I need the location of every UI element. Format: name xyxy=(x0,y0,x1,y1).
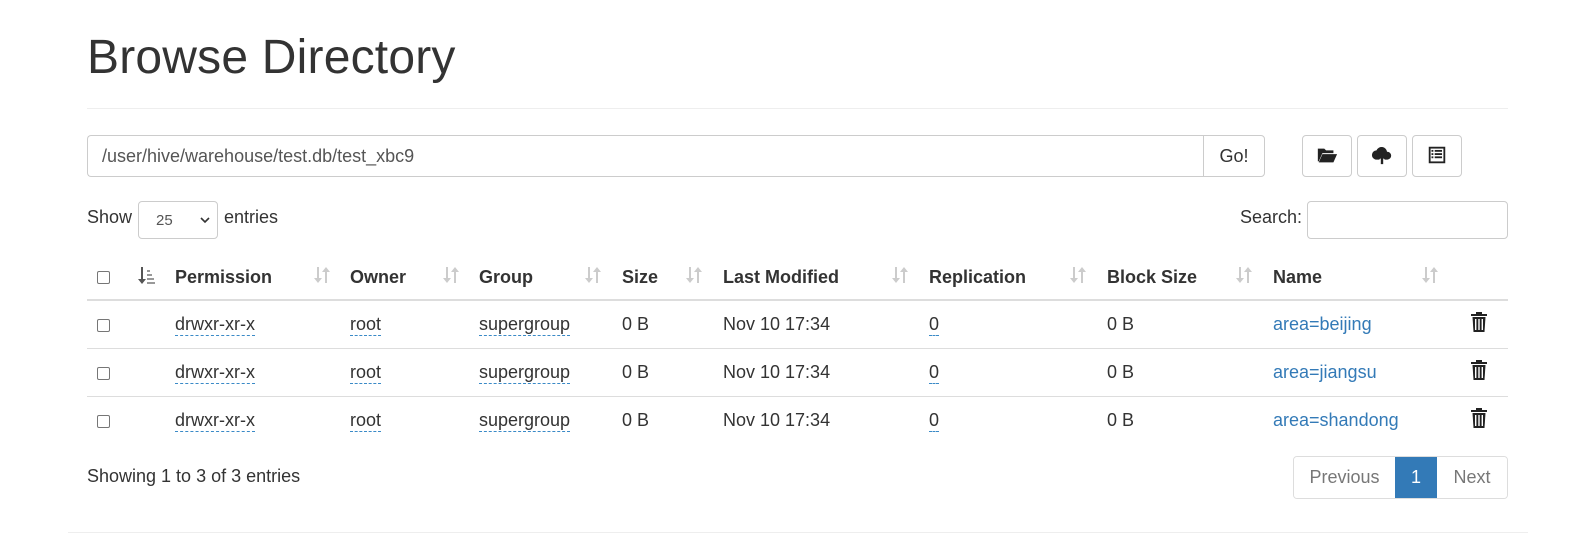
sort-both-icon xyxy=(585,267,601,283)
table-row: drwxr-xr-x root supergroup 0 B Nov 10 17… xyxy=(87,397,1508,445)
delete-button[interactable] xyxy=(1470,312,1488,337)
upload-file-button[interactable] xyxy=(1357,135,1407,177)
entries-label: entries xyxy=(224,207,279,227)
trash-icon xyxy=(1471,312,1487,332)
previous-page-button[interactable]: Previous xyxy=(1294,457,1395,498)
size-cell: 0 B xyxy=(622,410,650,430)
column-header-block-size[interactable]: Block Size xyxy=(1107,255,1273,301)
group-cell[interactable]: supergroup xyxy=(479,362,571,384)
column-header-replication[interactable]: Replication xyxy=(929,255,1107,301)
sort-both-icon xyxy=(1070,267,1086,283)
owner-cell[interactable]: root xyxy=(350,362,382,384)
replication-cell[interactable]: 0 xyxy=(929,314,940,336)
permission-cell[interactable]: drwxr-xr-x xyxy=(175,410,255,432)
list-alt-icon xyxy=(1426,144,1448,169)
cut-paste-button[interactable] xyxy=(1412,135,1462,177)
last-modified-cell: Nov 10 17:34 xyxy=(723,314,831,334)
entries-per-page-value: 25 xyxy=(156,211,173,229)
select-all-checkbox[interactable] xyxy=(97,271,110,285)
table-row: drwxr-xr-x root supergroup 0 B Nov 10 17… xyxy=(87,348,1508,397)
last-modified-cell: Nov 10 17:34 xyxy=(723,362,831,382)
divider xyxy=(68,532,1528,533)
directory-link[interactable]: area=shandong xyxy=(1273,410,1399,430)
select-all-header xyxy=(87,255,137,301)
sort-both-icon xyxy=(1236,267,1252,283)
table-row: drwxr-xr-x root supergroup 0 B Nov 10 17… xyxy=(87,300,1508,349)
column-header-group[interactable]: Group xyxy=(479,255,622,301)
permission-cell[interactable]: drwxr-xr-x xyxy=(175,314,255,336)
block-size-cell: 0 B xyxy=(1107,410,1135,430)
sort-both-icon xyxy=(443,267,459,283)
entries-per-page-select[interactable]: 25 xyxy=(138,201,218,239)
chevron-down-icon xyxy=(200,217,210,224)
size-cell: 0 B xyxy=(622,362,650,382)
show-label: Show xyxy=(87,207,133,227)
column-header-permission[interactable]: Permission xyxy=(175,255,350,301)
block-size-cell: 0 B xyxy=(1107,314,1135,334)
divider xyxy=(87,108,1508,109)
cloud-upload-icon xyxy=(1371,144,1393,169)
trash-icon xyxy=(1471,360,1487,380)
sort-both-icon xyxy=(314,267,330,283)
create-directory-button[interactable] xyxy=(1302,135,1352,177)
directory-path-input[interactable] xyxy=(87,135,1203,177)
group-cell[interactable]: supergroup xyxy=(479,314,571,336)
sort-both-icon xyxy=(686,267,702,283)
group-cell[interactable]: supergroup xyxy=(479,410,571,432)
next-page-button[interactable]: Next xyxy=(1437,457,1507,498)
table-info: Showing 1 to 3 of 3 entries xyxy=(87,466,301,486)
block-size-cell: 0 B xyxy=(1107,362,1135,382)
column-header-sort-default[interactable] xyxy=(137,255,175,301)
path-bar: Go! xyxy=(87,135,1265,177)
owner-cell[interactable]: root xyxy=(350,314,382,336)
size-cell: 0 B xyxy=(622,314,650,334)
directory-link[interactable]: area=jiangsu xyxy=(1273,362,1377,382)
replication-cell[interactable]: 0 xyxy=(929,410,940,432)
sort-both-icon xyxy=(892,267,908,283)
search-input[interactable] xyxy=(1307,201,1508,239)
directory-link[interactable]: area=beijing xyxy=(1273,314,1372,334)
row-checkbox[interactable] xyxy=(97,318,110,332)
file-table: Permission Owner Group Size Last Modifie… xyxy=(87,255,1508,444)
permission-cell[interactable]: drwxr-xr-x xyxy=(175,362,255,384)
column-header-actions xyxy=(1456,255,1508,301)
delete-button[interactable] xyxy=(1470,408,1488,433)
page-title: Browse Directory xyxy=(87,31,456,84)
table-header-row: Permission Owner Group Size Last Modifie… xyxy=(87,255,1508,301)
column-header-size[interactable]: Size xyxy=(622,255,723,301)
owner-cell[interactable]: root xyxy=(350,410,382,432)
search-label: Search: xyxy=(1240,207,1303,227)
page-1-button[interactable]: 1 xyxy=(1395,457,1437,498)
row-checkbox[interactable] xyxy=(97,366,110,380)
sort-amount-icon xyxy=(138,267,155,284)
row-checkbox[interactable] xyxy=(97,414,110,428)
column-header-name[interactable]: Name xyxy=(1273,255,1456,301)
go-button[interactable]: Go! xyxy=(1203,135,1265,177)
folder-open-icon xyxy=(1316,144,1338,169)
delete-button[interactable] xyxy=(1470,360,1488,385)
replication-cell[interactable]: 0 xyxy=(929,362,940,384)
last-modified-cell: Nov 10 17:34 xyxy=(723,410,831,430)
column-header-last-modified[interactable]: Last Modified xyxy=(723,255,929,301)
pagination: Previous 1 Next xyxy=(1293,456,1508,499)
trash-icon xyxy=(1471,408,1487,428)
sort-both-icon xyxy=(1422,267,1438,283)
column-header-owner[interactable]: Owner xyxy=(350,255,479,301)
